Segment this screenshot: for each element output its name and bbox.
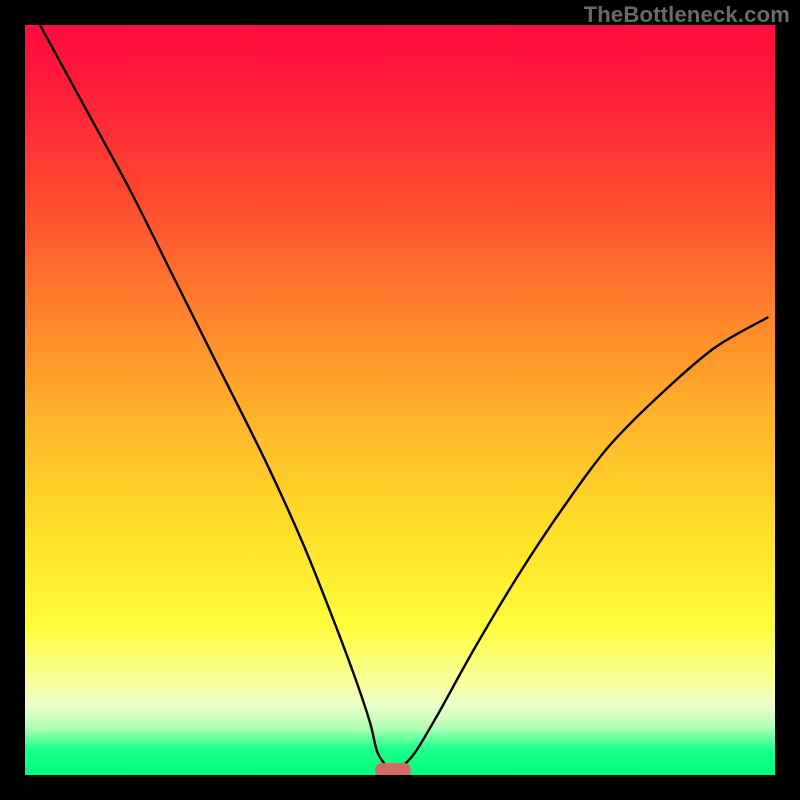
- plot-area: [25, 25, 775, 775]
- optimal-point-marker: [375, 763, 411, 775]
- watermark-text: TheBottleneck.com: [584, 2, 790, 28]
- bottleneck-curve: [40, 25, 768, 769]
- curve-svg: [25, 25, 775, 775]
- chart-frame: TheBottleneck.com: [0, 0, 800, 800]
